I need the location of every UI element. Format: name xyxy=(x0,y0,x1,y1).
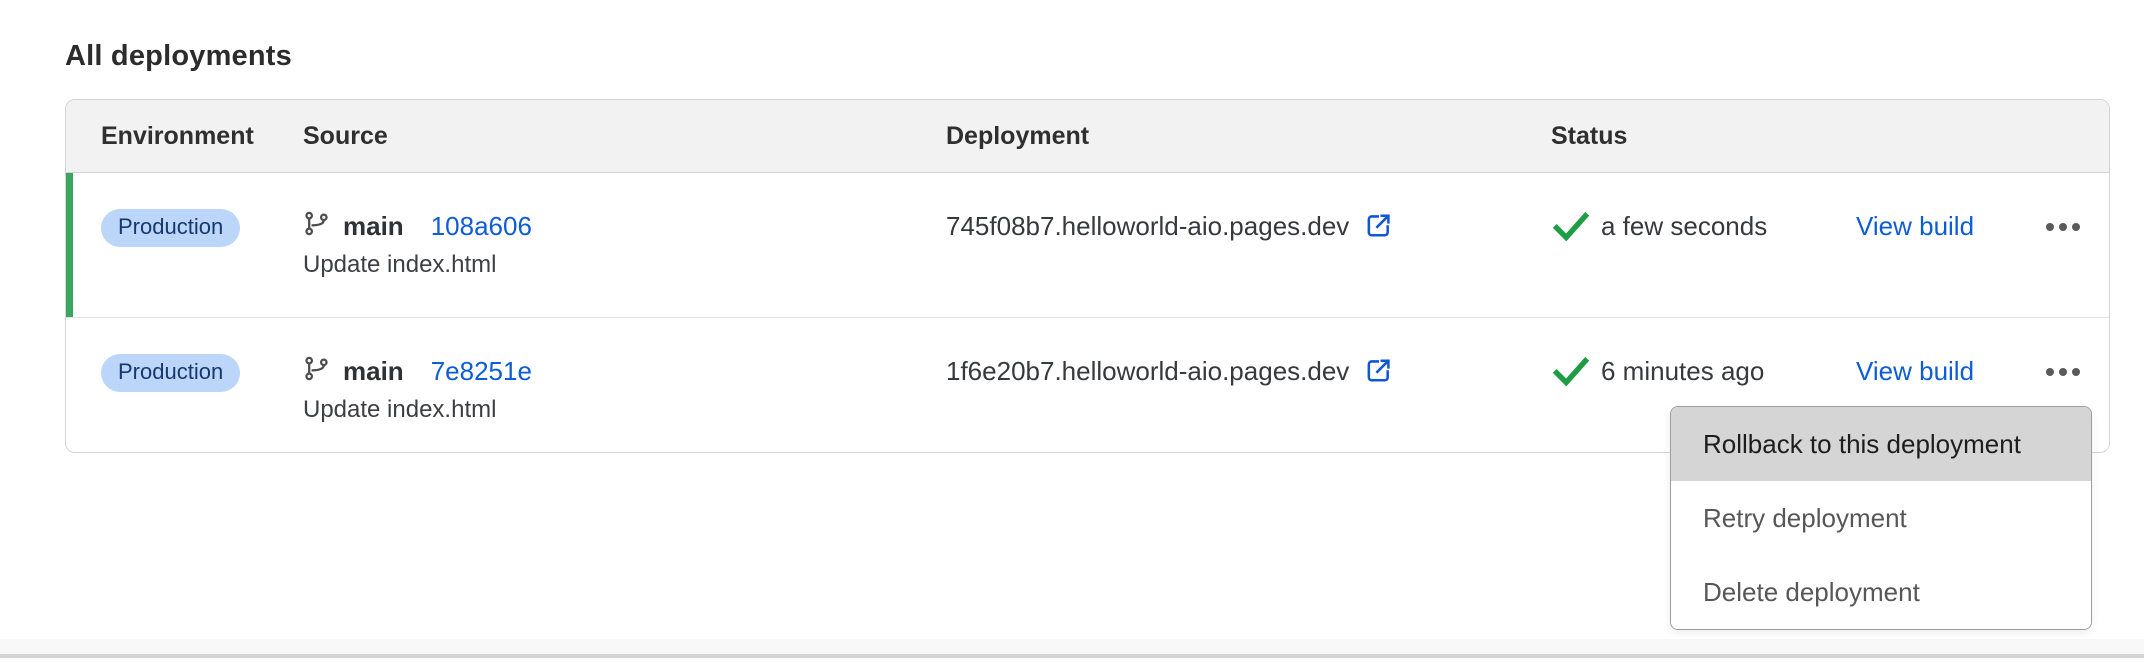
ellipsis-icon xyxy=(2046,223,2080,231)
git-branch-icon xyxy=(303,210,330,242)
commit-message: Update index.html xyxy=(303,249,946,281)
context-menu: Rollback to this deployment Retry deploy… xyxy=(1670,406,2092,630)
ellipsis-icon xyxy=(2046,368,2080,376)
success-check-icon xyxy=(1551,211,1591,248)
external-link-icon[interactable] xyxy=(1364,211,1393,240)
view-build-link[interactable]: View build xyxy=(1856,354,1974,388)
row-actions-button[interactable] xyxy=(2040,362,2086,382)
view-build-cell: View build xyxy=(1856,173,2016,317)
deployments-table: Environment Source Deployment Status Pro… xyxy=(65,99,2110,453)
actions-cell xyxy=(2016,173,2109,317)
environment-cell: Production xyxy=(66,318,301,452)
table-header-row: Environment Source Deployment Status xyxy=(66,100,2109,173)
source-cell: main 108a606 Update index.html xyxy=(301,173,946,317)
deployment-cell: 1f6e20b7.helloworld-aio.pages.dev xyxy=(946,318,1549,452)
table-row: Production main 108a606 xyxy=(66,173,2109,318)
status-time: 6 minutes ago xyxy=(1601,354,1764,388)
page-bottom-band xyxy=(0,639,2144,654)
menu-item-retry[interactable]: Retry deployment xyxy=(1671,481,2091,555)
column-header-environment: Environment xyxy=(66,122,301,151)
branch-name: main xyxy=(343,211,404,242)
external-link-icon[interactable] xyxy=(1364,356,1393,385)
deployment-cell: 745f08b7.helloworld-aio.pages.dev xyxy=(946,173,1549,317)
menu-item-delete[interactable]: Delete deployment xyxy=(1671,555,2091,629)
deployment-url: 745f08b7.helloworld-aio.pages.dev xyxy=(946,209,1349,243)
column-header-status: Status xyxy=(1549,122,1856,151)
source-cell: main 7e8251e Update index.html xyxy=(301,318,946,452)
column-header-deployment: Deployment xyxy=(946,122,1549,151)
commit-link[interactable]: 7e8251e xyxy=(431,356,532,387)
deployment-url: 1f6e20b7.helloworld-aio.pages.dev xyxy=(946,354,1349,388)
branch-name: main xyxy=(343,356,404,387)
deployments-page: All deployments Environment Source Deplo… xyxy=(0,0,2144,662)
git-branch-icon xyxy=(303,355,330,387)
status-time: a few seconds xyxy=(1601,209,1767,243)
menu-item-rollback[interactable]: Rollback to this deployment xyxy=(1671,407,2091,481)
status-cell: a few seconds xyxy=(1549,173,1856,317)
commit-message: Update index.html xyxy=(303,394,946,426)
view-build-link[interactable]: View build xyxy=(1856,209,1974,243)
commit-link[interactable]: 108a606 xyxy=(431,211,532,242)
environment-badge: Production xyxy=(101,354,240,392)
environment-badge: Production xyxy=(101,209,240,247)
page-title: All deployments xyxy=(65,40,292,73)
row-actions-button[interactable] xyxy=(2040,217,2086,237)
column-header-source: Source xyxy=(301,122,946,151)
page-bottom-under xyxy=(0,658,2144,662)
current-deployment-marker xyxy=(66,173,73,317)
environment-cell: Production xyxy=(66,173,301,317)
success-check-icon xyxy=(1551,356,1591,393)
